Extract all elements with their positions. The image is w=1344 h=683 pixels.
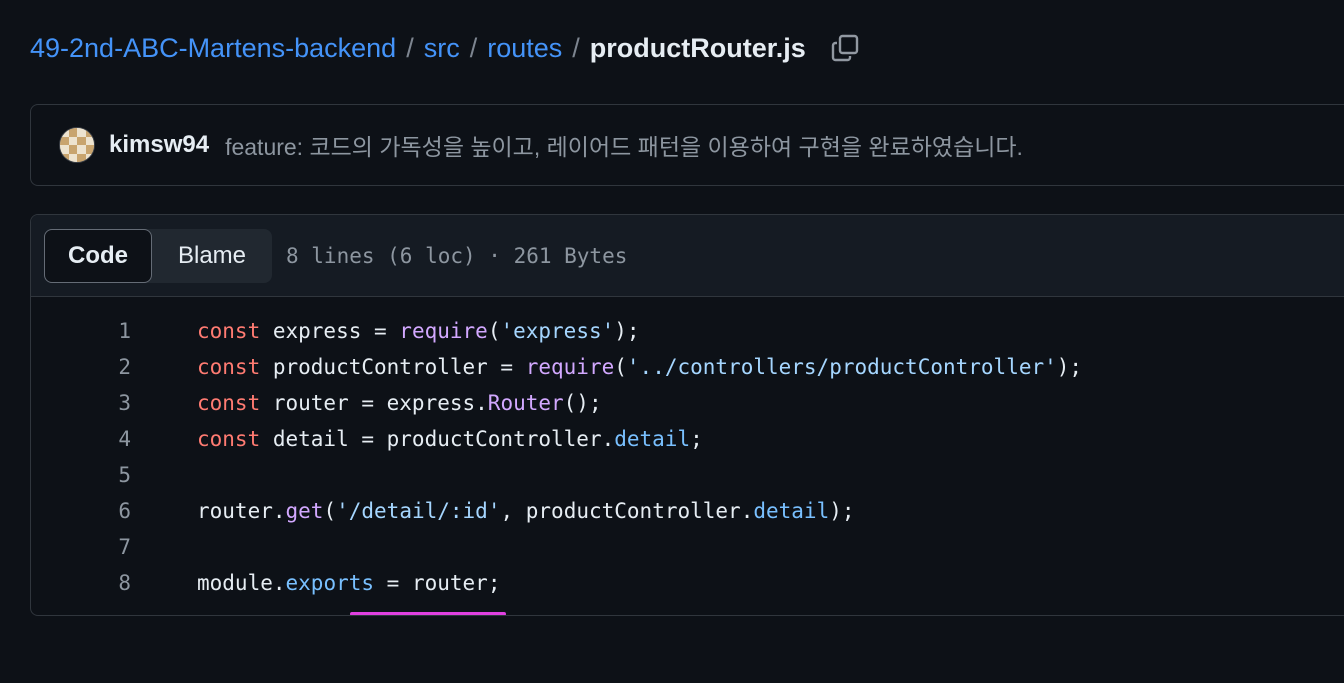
code-token: detail = productController. bbox=[260, 427, 615, 451]
code-token: exports bbox=[285, 571, 375, 595]
line-code: module.exports = router; bbox=[197, 565, 500, 601]
code-token: ); bbox=[829, 499, 855, 523]
code-token: get bbox=[285, 499, 324, 523]
annotation-underline bbox=[350, 612, 506, 615]
breadcrumb-src-link[interactable]: src bbox=[424, 33, 460, 64]
line-code: const productController = require('../co… bbox=[197, 349, 1082, 385]
code-line: 8 module.exports = router; bbox=[31, 565, 1344, 601]
code-token: productController = bbox=[260, 355, 526, 379]
code-token: (); bbox=[563, 391, 602, 415]
line-code: const detail = productController.detail; bbox=[197, 421, 703, 457]
code-line: 5 bbox=[31, 457, 1344, 493]
copy-icon bbox=[831, 34, 858, 62]
code-token: '../controllers/productController' bbox=[626, 355, 1057, 379]
code-token: ); bbox=[614, 319, 640, 343]
code-token: router. bbox=[197, 499, 286, 523]
line-number[interactable]: 4 bbox=[31, 421, 131, 457]
code-token: require bbox=[525, 355, 615, 379]
code-token: '/detail/:id' bbox=[336, 499, 501, 523]
code-token: detail bbox=[753, 499, 830, 523]
breadcrumb-separator: / bbox=[469, 32, 478, 63]
code-token: module. bbox=[197, 571, 286, 595]
code-line: 3 const router = express.Router(); bbox=[31, 385, 1344, 421]
code-token: require bbox=[399, 319, 488, 343]
code-token: const bbox=[197, 427, 261, 451]
code-line: 7 bbox=[31, 529, 1344, 565]
line-code: router.get('/detail/:id', productControl… bbox=[197, 493, 855, 529]
line-code: const router = express.Router(); bbox=[197, 385, 602, 421]
line-number[interactable]: 2 bbox=[31, 349, 131, 385]
line-number[interactable]: 3 bbox=[31, 385, 131, 421]
code-token: ( bbox=[323, 499, 337, 523]
code-line: 6 router.get('/detail/:id', productContro… bbox=[31, 493, 1344, 529]
code-token: router = express. bbox=[260, 391, 488, 415]
commit-message-link[interactable]: feature: 코드의 가독성을 높이고, 레이어드 패턴을 이용하여 구현을… bbox=[225, 128, 1023, 162]
latest-commit-bar: kimsw94 feature: 코드의 가독성을 높이고, 레이어드 패턴을 … bbox=[30, 104, 1344, 186]
commit-author-link[interactable]: kimsw94 bbox=[109, 131, 209, 159]
view-toggle: Code Blame bbox=[44, 228, 272, 283]
code-line: 4 const detail = productController.detail… bbox=[31, 421, 1344, 457]
code-token: 'express' bbox=[500, 319, 615, 343]
code-token: , productController. bbox=[500, 499, 754, 523]
code-token: const bbox=[197, 391, 261, 415]
line-number[interactable]: 1 bbox=[31, 313, 131, 349]
breadcrumb-routes-link[interactable]: routes bbox=[487, 33, 562, 64]
code-line: 1 const express = require('express'); bbox=[31, 313, 1344, 349]
code-token: Router bbox=[487, 391, 564, 415]
file-header: Code Blame 8 lines (6 loc) · 261 Bytes bbox=[31, 215, 1344, 297]
code-token: const bbox=[197, 355, 261, 379]
code-token: detail bbox=[614, 427, 691, 451]
file-viewer: Code Blame 8 lines (6 loc) · 261 Bytes 1… bbox=[30, 214, 1344, 616]
code-area[interactable]: 1 const express = require('express'); 2 con… bbox=[31, 297, 1344, 615]
breadcrumb-separator: / bbox=[572, 32, 580, 63]
line-number[interactable]: 7 bbox=[31, 529, 131, 565]
code-token: ); bbox=[1056, 355, 1083, 379]
avatar[interactable] bbox=[59, 127, 95, 163]
code-token: const bbox=[197, 319, 261, 343]
line-code: const express = require('express'); bbox=[197, 313, 640, 349]
code-token: ( bbox=[614, 355, 627, 379]
copy-path-button[interactable] bbox=[828, 31, 862, 65]
file-meta-info: 8 lines (6 loc) · 261 Bytes bbox=[286, 243, 628, 268]
line-number[interactable]: 5 bbox=[31, 457, 131, 493]
tab-code[interactable]: Code bbox=[44, 228, 152, 283]
code-line: 2 const productController = require('../c… bbox=[31, 349, 1344, 385]
line-number[interactable]: 8 bbox=[31, 565, 131, 601]
line-number[interactable]: 6 bbox=[31, 493, 131, 529]
breadcrumb-separator: / bbox=[406, 32, 414, 63]
code-token: = router; bbox=[374, 571, 501, 595]
code-token: express = bbox=[260, 319, 400, 343]
code-token: ; bbox=[690, 427, 703, 451]
breadcrumb: 49-2nd-ABC-Martens-backend / src / route… bbox=[30, 28, 862, 68]
code-token: ( bbox=[487, 319, 501, 343]
breadcrumb-repo-link[interactable]: 49-2nd-ABC-Martens-backend bbox=[30, 33, 396, 64]
tab-blame[interactable]: Blame bbox=[152, 229, 272, 283]
breadcrumb-current-file: productRouter.js bbox=[589, 32, 806, 63]
